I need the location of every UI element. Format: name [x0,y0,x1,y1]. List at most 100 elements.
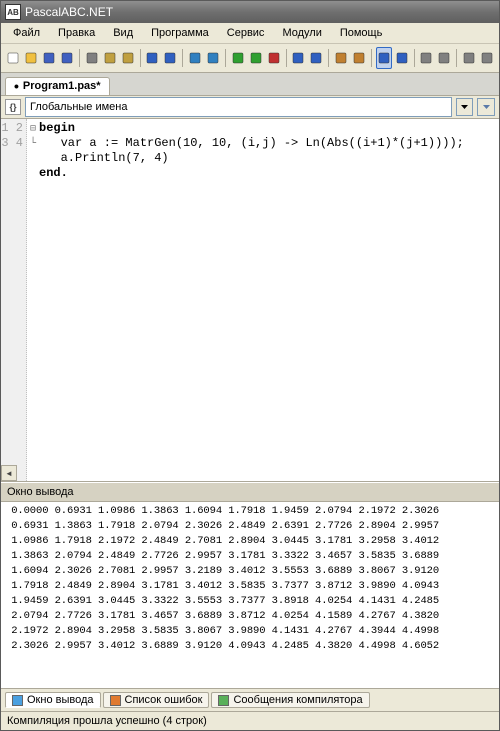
line-number-gutter: 1 2 3 4 [1,119,27,481]
save-button[interactable] [41,47,57,69]
find-button[interactable] [461,47,477,69]
code-line: a.Println(7, 4) [39,151,169,165]
menu-программа[interactable]: Программа [143,25,217,41]
bottom-tab-label: Окно вывода [27,694,94,706]
save-icon [42,51,56,65]
statusbar: Компиляция прошла успешно (4 строк) [1,711,499,730]
tab-program1[interactable]: • Program1.pas* [5,77,110,95]
undo-icon [145,51,159,65]
bottom-tab-label: Список ошибок [125,694,203,706]
menu-помощь[interactable]: Помощь [332,25,391,41]
bottom-tabstrip: Окно вывода Список ошибок Сообщения компил… [1,688,499,711]
toolbar-separator [328,49,329,67]
cut-icon [85,51,99,65]
keyword: end. [39,166,68,180]
menu-сервис[interactable]: Сервис [219,25,273,41]
step-into-icon [291,51,305,65]
form-designer-icon [377,51,391,65]
toolbar-separator [286,49,287,67]
tab-label: Program1.pas* [23,80,101,92]
undo-button[interactable] [144,47,160,69]
run-no-debug-icon [249,51,263,65]
scope-icon: {} [5,99,21,115]
redo-button[interactable] [162,47,178,69]
paste-button[interactable] [120,47,136,69]
bottom-tab-окно-вывода[interactable]: Окно вывода [5,692,101,708]
code-icon [395,51,409,65]
code-editor[interactable]: 1 2 3 4 ⊟ └ begin var a := MatrGen(10, 1… [1,119,499,482]
run-icon [231,51,245,65]
app-icon: AB [5,4,21,20]
toolbar-separator [140,49,141,67]
form-designer-button[interactable] [376,47,392,69]
bottom-tab-сообщения-компилятора[interactable]: Сообщения компилятора [211,692,369,708]
class-button[interactable] [436,47,452,69]
nav-back-icon [188,51,202,65]
toolbar [1,44,499,73]
module-icon [419,51,433,65]
compile-icon [334,51,348,65]
scroll-left-button[interactable]: ◄ [1,465,17,481]
output-panel[interactable]: 0.0000 0.6931 1.0986 1.3863 1.6094 1.791… [1,502,499,688]
open-icon [24,51,38,65]
toolbar-separator [371,49,372,67]
chevron-down-icon [483,105,490,109]
status-text: Компиляция прошла успешно (4 строк) [7,715,207,727]
stop-icon [267,51,281,65]
open-button[interactable] [23,47,39,69]
chevron-down-icon [461,105,468,109]
bottom-tab-список-ошибок[interactable]: Список ошибок [103,692,210,708]
cut-button[interactable] [84,47,100,69]
nav-forward-button[interactable] [205,47,221,69]
copy-button[interactable] [102,47,118,69]
menubar: ФайлПравкаВидПрограммаСервисМодулиПомощь [1,23,499,44]
find-icon [462,51,476,65]
code-area[interactable]: begin var a := MatrGen(10, 10, (i,j) -> … [39,119,499,481]
fold-gutter[interactable]: ⊟ └ [27,119,39,481]
code-button[interactable] [394,47,410,69]
app-title: PascalABC.NET [25,5,113,19]
output-panel-title: Окно вывода [7,486,74,498]
menu-модули[interactable]: Модули [274,25,329,41]
module-button[interactable] [418,47,434,69]
titlebar[interactable]: AB PascalABC.NET [1,1,499,23]
tab-color-icon [12,695,23,706]
app-window: AB PascalABC.NET ФайлПравкаВидПрограммаС… [0,0,500,731]
bottom-tab-label: Сообщения компилятора [233,694,362,706]
tab-color-icon [110,695,121,706]
nav-forward-icon [206,51,220,65]
options-button[interactable] [479,47,495,69]
code-line: var a := MatrGen(10, 10, (i,j) -> Ln(Abs… [39,136,464,150]
scope-combo-text: Глобальные имена [30,101,449,113]
class-icon [437,51,451,65]
scope-combo[interactable]: Глобальные имена [25,97,452,117]
toolbar-separator [182,49,183,67]
copy-icon [103,51,117,65]
nav-back-button[interactable] [187,47,203,69]
save-all-icon [60,51,74,65]
toolbar-separator [225,49,226,67]
new-file-button[interactable] [5,47,21,69]
step-into-button[interactable] [290,47,306,69]
run-no-debug-button[interactable] [248,47,264,69]
scope-combo-arrow[interactable] [456,98,473,116]
paste-icon [121,51,135,65]
document-tabstrip: • Program1.pas* [1,73,499,96]
stop-button[interactable] [266,47,282,69]
compile-button[interactable] [333,47,349,69]
output-panel-header[interactable]: Окно вывода [1,482,499,502]
build-button[interactable] [351,47,367,69]
step-over-icon [309,51,323,65]
menu-правка[interactable]: Правка [50,25,103,41]
scope-help-button[interactable] [477,98,495,116]
build-icon [352,51,366,65]
toolbar-separator [414,49,415,67]
scope-row: {} Глобальные имена [1,96,499,119]
menu-вид[interactable]: Вид [105,25,141,41]
keyword: begin [39,121,75,135]
step-over-button[interactable] [308,47,324,69]
save-all-button[interactable] [59,47,75,69]
menu-файл[interactable]: Файл [5,25,48,41]
toolbar-separator [79,49,80,67]
run-button[interactable] [230,47,246,69]
